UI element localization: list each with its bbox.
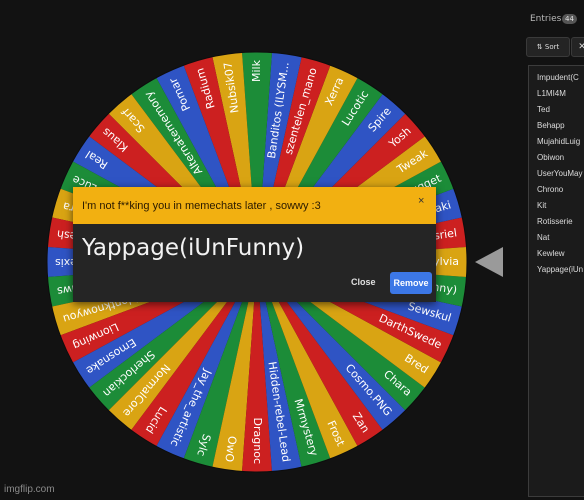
winner-name: Yappage(iUnFunny) <box>82 235 305 261</box>
entry-line: Ted <box>537 105 550 114</box>
entries-sidebar: Entries 44 ⇅ Sort ✕ Impudent(C L1MI4M Te… <box>515 0 584 500</box>
sort-icon: ⇅ <box>536 43 543 51</box>
entry-line: Rotisserie <box>537 217 573 226</box>
sort-label: Sort <box>544 43 560 51</box>
shuffle-button[interactable]: ✕ <box>571 37 584 57</box>
entry-line: Impudent(C <box>537 73 579 82</box>
sort-button[interactable]: ⇅ Sort <box>526 37 570 57</box>
wheel-segment-label: Dragnoc <box>251 418 264 464</box>
close-icon[interactable]: × <box>418 195 424 207</box>
entry-line: MujahidLuig <box>537 137 581 146</box>
entry-line: UserYouMay <box>537 169 583 178</box>
entry-line: Kewlew <box>537 249 565 258</box>
winner-dialog: I'm not f**king you in memechats later ,… <box>73 187 436 302</box>
entry-line: Behapp <box>537 121 565 130</box>
entries-title: Entries <box>530 14 562 24</box>
entry-line: Kit <box>537 201 547 210</box>
triangle-pointer-icon <box>475 247 503 277</box>
dialog-title: I'm not f**king you in memechats later ,… <box>82 200 321 212</box>
entries-count-badge: 44 <box>562 14 577 24</box>
entry-line: Obiwon <box>537 153 565 162</box>
entry-line: L1MI4M <box>537 89 566 98</box>
watermark: imgflip.com <box>4 484 55 495</box>
entry-line: Nat <box>537 233 550 242</box>
entry-line: Yappage(iUn <box>537 265 584 274</box>
close-button[interactable]: Close <box>351 277 376 287</box>
wheel-segment-label: Milk <box>250 59 263 82</box>
entry-line: Chrono <box>537 185 564 194</box>
remove-button[interactable]: Remove <box>390 272 432 294</box>
shuffle-icon: ✕ <box>578 42 584 52</box>
entries-textarea[interactable]: Impudent(C L1MI4M Ted Behapp MujahidLuig… <box>528 65 584 497</box>
